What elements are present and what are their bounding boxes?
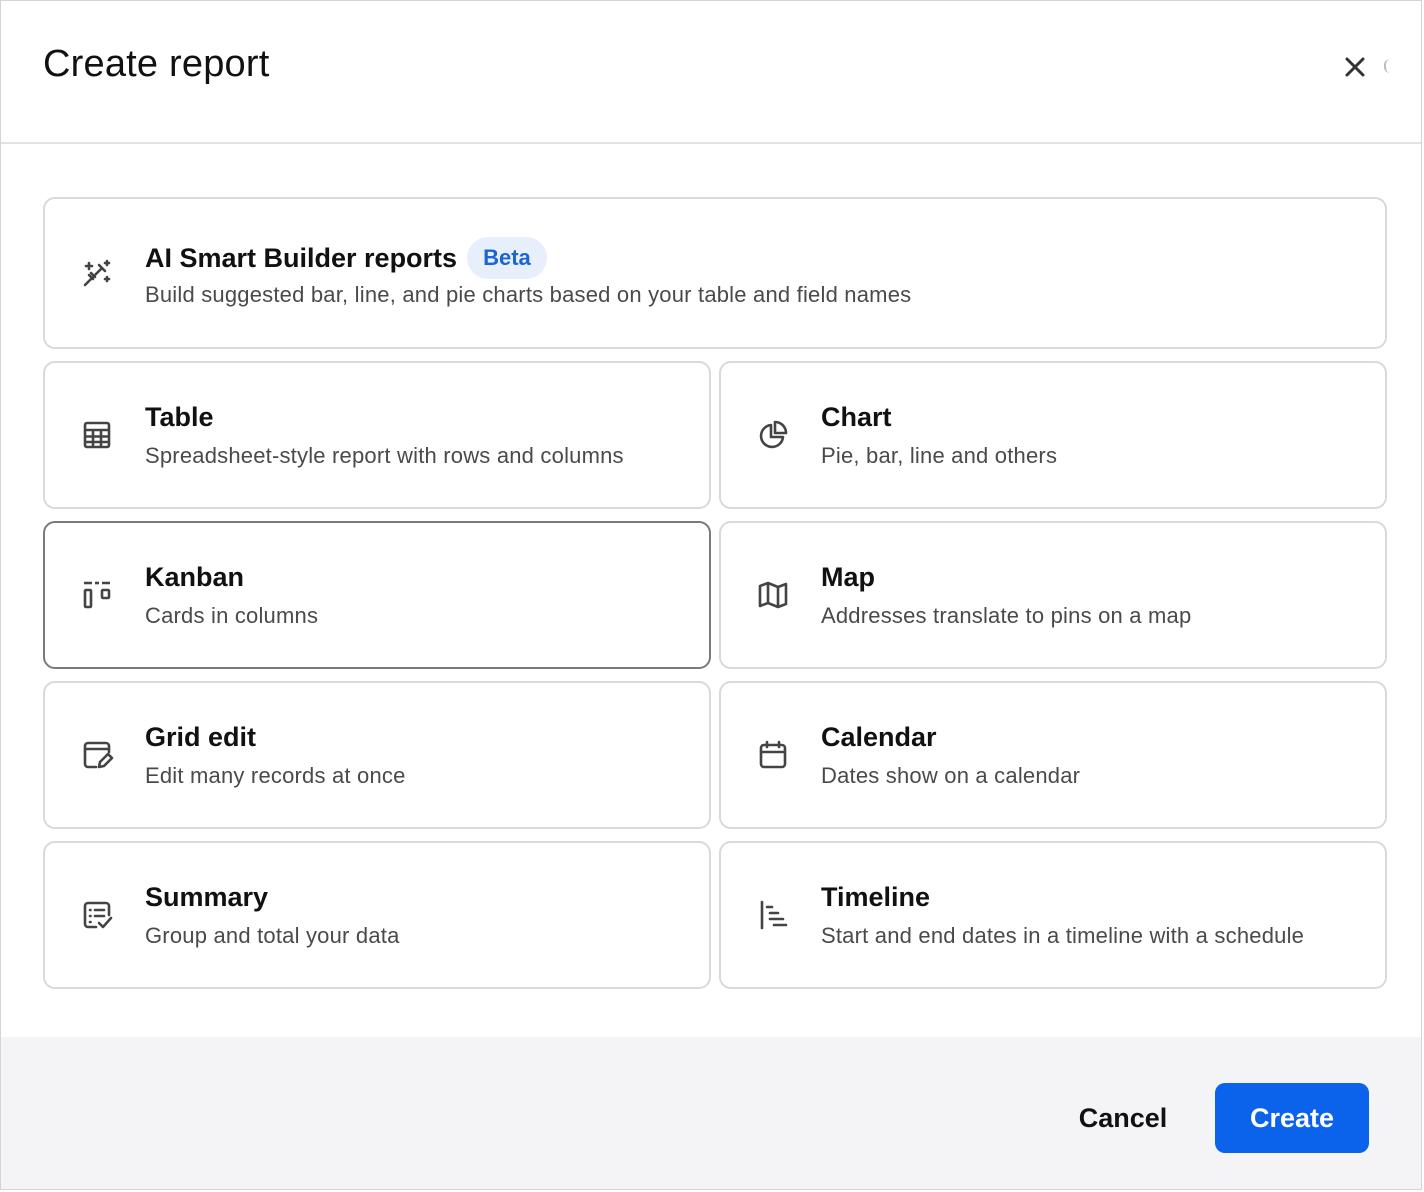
close-icon: [1345, 57, 1365, 77]
option-title: Map: [821, 562, 875, 592]
kanban-icon: [79, 577, 115, 613]
option-description: Edit many records at once: [145, 763, 406, 788]
table-grid-icon: [79, 417, 115, 453]
option-title: Summary: [145, 882, 269, 912]
option-title: Chart: [821, 402, 892, 432]
option-title-text: AI Smart Builder reports: [145, 243, 458, 273]
dialog-footer: Cancel Create: [1, 1037, 1421, 1189]
pie-chart-icon: [755, 417, 791, 453]
option-description: Cards in columns: [145, 603, 319, 628]
option-grid-edit[interactable]: Grid edit Edit many records at once: [43, 681, 711, 829]
option-title: Table: [145, 402, 214, 432]
option-map[interactable]: Map Addresses translate to pins on a map: [719, 521, 1387, 669]
option-title: Timeline: [821, 882, 931, 912]
timeline-icon: [755, 897, 791, 933]
option-description: Spreadsheet-style report with rows and c…: [145, 443, 624, 468]
option-chart[interactable]: Chart Pie, bar, line and others: [719, 361, 1387, 509]
cancel-button[interactable]: Cancel: [1061, 1084, 1185, 1152]
option-summary[interactable]: Summary Group and total your data: [43, 841, 711, 989]
option-description: Build suggested bar, line, and pie chart…: [145, 282, 912, 307]
grid-edit-icon: [79, 737, 115, 773]
magic-wand-icon: [79, 255, 115, 291]
dialog-header: Create report: [1, 1, 1421, 144]
close-button[interactable]: [1335, 47, 1375, 87]
option-description: Start and end dates in a timeline with a…: [821, 923, 1305, 948]
dialog-title: Create report: [43, 43, 270, 85]
scroll-edge-indicator: [1384, 59, 1390, 73]
create-report-dialog: Create report AI Smart Builder reports B…: [0, 0, 1422, 1190]
create-button[interactable]: Create: [1215, 1083, 1369, 1153]
option-table[interactable]: Table Spreadsheet-style report with rows…: [43, 361, 711, 509]
calendar-icon: [755, 737, 791, 773]
option-description: Pie, bar, line and others: [821, 443, 1058, 468]
option-kanban[interactable]: Kanban Cards in columns: [43, 521, 711, 669]
option-title: Calendar: [821, 722, 937, 752]
map-icon: [755, 577, 791, 613]
option-description: Dates show on a calendar: [821, 763, 1081, 788]
option-title: AI Smart Builder reports Beta: [145, 237, 911, 279]
option-ai-smart-builder[interactable]: AI Smart Builder reports Beta Build sugg…: [43, 197, 1387, 349]
option-description: Addresses translate to pins on a map: [821, 603, 1192, 628]
option-timeline[interactable]: Timeline Start and end dates in a timeli…: [719, 841, 1387, 989]
option-calendar[interactable]: Calendar Dates show on a calendar: [719, 681, 1387, 829]
option-title: Grid edit: [145, 722, 257, 752]
beta-badge: Beta: [467, 237, 547, 279]
summary-list-icon: [79, 897, 115, 933]
option-title: Kanban: [145, 562, 245, 592]
option-description: Group and total your data: [145, 923, 400, 948]
